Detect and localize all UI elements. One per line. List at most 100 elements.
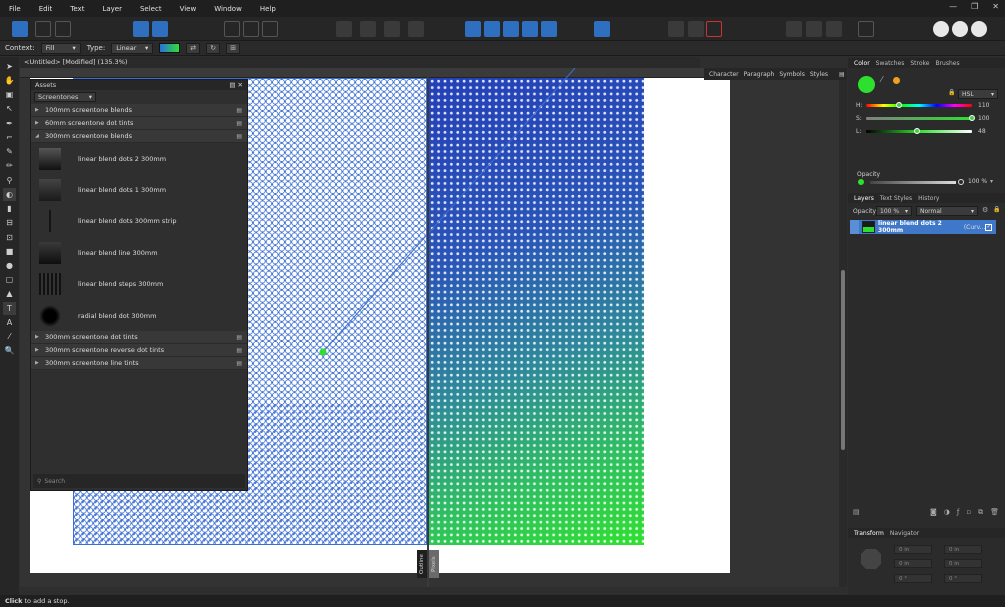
pencil-tool-icon[interactable]: ✎ [3, 145, 16, 158]
app-logo-icon[interactable] [12, 21, 28, 37]
snap-close-icon[interactable] [262, 21, 278, 37]
boolean-2-icon[interactable] [688, 21, 704, 37]
adjustment-icon[interactable]: ◑ [944, 508, 950, 516]
anchor-selector-icon[interactable] [861, 549, 881, 569]
split-pixels-label[interactable]: Pixels [429, 550, 439, 578]
context-select[interactable]: Fill ▾ [40, 42, 81, 54]
type-select[interactable]: Linear ▾ [111, 42, 154, 54]
layer-expand-icon[interactable] [850, 220, 860, 234]
color-picker-tool-icon[interactable]: ⁄ [3, 330, 16, 343]
opacity-slider[interactable] [870, 181, 956, 184]
rotation-field[interactable]: 0 ° [894, 574, 932, 583]
menu-select[interactable]: Select [131, 5, 171, 13]
gear-icon[interactable]: ⚙ [982, 206, 988, 214]
group-icon[interactable]: ⧉ [978, 508, 983, 517]
fx-icon[interactable]: ƒ [957, 508, 959, 516]
asset-item[interactable]: linear blend dots 1 300mm [31, 174, 247, 205]
panel-menu-icon[interactable]: ▤ [839, 71, 845, 78]
close-button[interactable]: ✕ [992, 2, 999, 11]
geometry-4-icon[interactable] [858, 21, 874, 37]
align-icon[interactable] [594, 21, 610, 37]
place-tool-icon[interactable]: ⊟ [3, 216, 16, 229]
aspect-gradient-icon[interactable]: ⊞ [226, 42, 241, 54]
asset-item[interactable]: linear blend line 300mm [31, 237, 247, 268]
gradient-swatch[interactable] [159, 43, 181, 53]
menu-view[interactable]: View [171, 5, 206, 13]
menu-text[interactable]: Text [61, 5, 93, 13]
reverse-gradient-icon[interactable]: ⇄ [186, 42, 201, 54]
asset-item[interactable]: linear blend steps 300mm [31, 269, 247, 300]
rectangle-tool-icon[interactable]: ■ [3, 245, 16, 258]
arrange-3-icon[interactable] [384, 21, 400, 37]
brush-tool-icon[interactable]: ✏ [3, 159, 16, 172]
lightness-slider-knob[interactable] [913, 127, 920, 134]
triangle-tool-icon[interactable]: ▲ [3, 287, 16, 300]
tab-color[interactable]: Color [854, 60, 870, 67]
assets-category-select[interactable]: Screentones ▾ [34, 92, 96, 102]
crop-tool-icon[interactable]: ⊡ [3, 231, 16, 244]
geometry-1-icon[interactable] [786, 21, 802, 37]
no-snap-icon[interactable] [706, 21, 722, 37]
lightness-slider[interactable] [866, 127, 972, 134]
rotate-gradient-icon[interactable]: ↻ [206, 42, 221, 54]
tab-paragraph[interactable]: Paragraph [744, 71, 775, 78]
node-tool-icon[interactable]: ↖ [3, 102, 16, 115]
tab-history[interactable]: History [918, 195, 939, 202]
shape-tool-icon[interactable] [152, 21, 168, 37]
menu-window[interactable]: Window [205, 5, 251, 13]
pen-tool-icon[interactable]: ✒ [3, 117, 16, 130]
group-menu-icon[interactable]: ▤ [236, 347, 242, 354]
share-persona-icon[interactable] [55, 21, 71, 37]
tab-brushes[interactable]: Brushes [935, 60, 959, 67]
view-tool-icon[interactable]: ✋ [3, 74, 16, 87]
menu-help[interactable]: Help [251, 5, 285, 13]
hue-slider[interactable] [866, 101, 972, 108]
opacity-slider-knob[interactable] [958, 179, 964, 185]
artistic-text-tool-icon[interactable]: A [3, 316, 16, 329]
asset-group[interactable]: ▶ 300mm screentone dot tints ▤ [31, 331, 247, 345]
saturation-slider[interactable] [866, 114, 975, 121]
fill-tool-icon[interactable]: ⚲ [3, 174, 16, 187]
account-icon[interactable] [971, 21, 987, 37]
hue-slider-knob[interactable] [895, 101, 902, 108]
geometry-2-icon[interactable] [806, 21, 822, 37]
zoom-tool-icon[interactable]: 🔍 [3, 344, 16, 357]
panel-close-icon[interactable]: ✕ [238, 81, 243, 89]
flip-vertical-icon[interactable] [484, 21, 500, 37]
opacity-value[interactable]: 100 % [968, 178, 987, 185]
layer-row-selected[interactable]: linear blend dots 2 300mm (Curv... ✓ [850, 220, 996, 234]
lock-icon[interactable]: 🔒 [993, 206, 1000, 213]
geometry-3-icon[interactable] [826, 21, 842, 37]
gradient-tool-icon[interactable]: ◐ [3, 188, 16, 201]
group-menu-icon[interactable]: ▤ [236, 107, 242, 114]
layer-visibility-checkbox[interactable]: ✓ [985, 223, 993, 231]
gradient-stop-handle[interactable] [319, 348, 327, 356]
asset-item[interactable]: radial blend dot 300mm [31, 300, 247, 331]
panel-menu-icon[interactable]: ▤ [229, 81, 235, 89]
asset-group[interactable]: ▶ 300mm screentone reverse dot tints ▤ [31, 344, 247, 358]
tab-text-styles[interactable]: Text Styles [880, 195, 912, 202]
rounded-rect-tool-icon[interactable]: ▢ [3, 273, 16, 286]
artboard-tool-icon[interactable]: ▣ [3, 88, 16, 101]
menu-file[interactable]: File [0, 5, 30, 13]
tab-swatches[interactable]: Swatches [876, 60, 905, 67]
tab-styles[interactable]: Styles [810, 71, 828, 78]
group-menu-icon[interactable]: ▤ [236, 133, 242, 140]
menu-edit[interactable]: Edit [30, 5, 62, 13]
eyedropper-icon[interactable]: ⁄ [881, 75, 882, 84]
color-model-select[interactable]: HSL ▾ [958, 89, 998, 99]
tab-layers[interactable]: Layers [854, 195, 874, 202]
rotate-right-icon[interactable] [522, 21, 538, 37]
split-view-divider[interactable] [427, 68, 429, 587]
mask-icon[interactable]: ◙ [930, 508, 937, 516]
minimize-button[interactable]: — [949, 2, 957, 11]
corner-tool-icon[interactable]: ⌐ [3, 131, 16, 144]
vertical-scrollbar[interactable] [841, 270, 845, 450]
tab-transform[interactable]: Transform [854, 530, 884, 537]
asset-group-open[interactable]: ◢ 300mm screentone blends ▤ [31, 130, 247, 143]
tab-character[interactable]: Character [709, 71, 739, 78]
saturation-slider-knob[interactable] [969, 114, 975, 121]
arrange-1-icon[interactable] [336, 21, 352, 37]
asset-item[interactable]: linear blend dots 300mm strip [31, 206, 247, 237]
split-outline-label[interactable]: Outline [417, 550, 427, 578]
